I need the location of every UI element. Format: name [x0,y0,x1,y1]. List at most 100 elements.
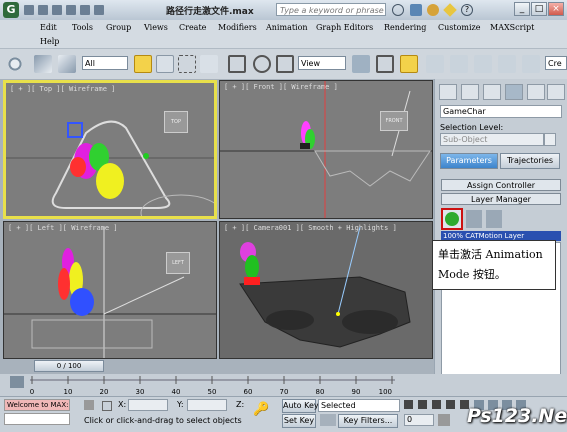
utilities-tab-icon[interactable] [547,84,565,100]
add-layer-icon[interactable] [466,210,482,228]
selection-level-label: Selection Level: [440,123,504,132]
character-part [70,288,94,316]
viewcube[interactable]: LEFT [166,252,190,274]
maxscript-input[interactable] [4,413,70,425]
trajectories-button[interactable]: Trajectories [500,153,560,169]
viewcube[interactable]: TOP [164,111,188,133]
set-key-button[interactable]: Set Key [282,414,316,428]
top-viewport[interactable]: [ + ][ Top ][ Wireframe ] TOP [3,80,217,219]
key-filters-button[interactable]: Key Filters... [338,414,398,428]
app-logo[interactable]: G [3,2,19,18]
select-and-move-icon[interactable] [228,55,246,73]
search-icon[interactable] [392,4,404,16]
front-viewport-scene [220,81,432,218]
motion-tab-icon[interactable] [505,84,523,100]
menu-tools[interactable]: Tools [72,23,93,32]
close-button[interactable]: × [548,2,564,16]
previous-frame-icon[interactable] [418,400,427,409]
next-frame-icon[interactable] [446,400,455,409]
select-and-scale-icon[interactable] [276,55,294,73]
menu-customize[interactable]: Customize [438,23,481,32]
select-object-icon[interactable] [134,55,152,73]
maxscript-listener[interactable]: Welcome to MAX: [4,399,70,411]
subscription-icon[interactable] [410,4,422,16]
select-and-manipulate-icon[interactable] [376,55,394,73]
bind-space-warp-icon[interactable] [58,55,76,73]
timeline-toggle-icon[interactable] [10,376,24,388]
absolute-mode-icon[interactable] [102,401,112,411]
selection-filter-dropdown[interactable]: All [82,56,128,70]
reference-coordinate-dropdown[interactable]: View [298,56,346,70]
spinner-snap-icon[interactable] [498,55,516,73]
auto-key-button[interactable]: Auto Key [282,399,319,413]
select-by-name-icon[interactable] [156,55,174,73]
menu-edit[interactable]: Edit [40,23,57,32]
menu-animation[interactable]: Animation [266,23,308,32]
selection-region-icon[interactable] [178,55,196,73]
animation-mode-button[interactable] [441,208,463,230]
default-in-out-tangents-icon[interactable] [320,414,336,426]
ruler-label: 80 [316,388,325,396]
key-set-dropdown[interactable]: Selected [318,399,400,412]
help-icon[interactable]: ? [461,4,473,16]
select-and-link-icon[interactable] [34,55,52,73]
search-input[interactable]: Type a keyword or phrase [276,3,386,16]
display-tab-icon[interactable] [527,84,545,100]
save-file-icon[interactable] [52,5,62,15]
select-and-rotate-icon[interactable] [253,55,271,73]
angle-snap-icon[interactable] [450,55,468,73]
menu-graph-editors[interactable]: Graph Editors [316,23,373,32]
keyboard-shortcut-override-icon[interactable] [400,55,418,73]
window-crossing-icon[interactable] [200,55,218,73]
open-file-icon[interactable] [38,5,48,15]
menu-modifiers[interactable]: Modifiers [218,23,257,32]
snaps-toggle-icon[interactable] [426,55,444,73]
layer-list-icon[interactable] [486,210,502,228]
sub-object-dropdown-arrow-icon[interactable] [544,133,556,146]
menu-group[interactable]: Group [106,23,131,32]
project-folder-icon[interactable] [94,5,104,15]
sub-object-dropdown[interactable]: Sub-Object [440,133,544,146]
menu-maxscript[interactable]: MAXScript [490,23,534,32]
minimize-button[interactable]: _ [514,2,530,16]
edit-named-selection-icon[interactable] [522,55,540,73]
hierarchy-tab-icon[interactable] [483,84,501,100]
parameters-button[interactable]: Parameters [440,153,498,169]
go-to-start-icon[interactable] [404,400,413,409]
new-file-icon[interactable] [24,5,34,15]
lock-selection-icon[interactable] [84,400,94,410]
time-configuration-icon[interactable] [438,414,450,426]
front-viewport[interactable]: [ + ][ Front ][ Wireframe ] FRONT [219,80,433,219]
modify-tab-icon[interactable] [461,84,479,100]
menu-views[interactable]: Views [144,23,168,32]
favorites-icon[interactable] [443,3,457,17]
z-label: Z: [236,400,245,409]
ruler-label: 30 [136,388,145,396]
menu-create[interactable]: Create [179,23,206,32]
use-pivot-center-icon[interactable] [352,55,370,73]
time-slider[interactable]: 0 / 100 [34,360,104,372]
menu-rendering[interactable]: Rendering [384,23,426,32]
y-coordinate-field[interactable] [187,399,227,411]
assign-controller-rollout[interactable]: Assign Controller [441,179,561,191]
undo-icon[interactable] [66,5,76,15]
undo-scene-icon[interactable] [6,55,24,73]
x-coordinate-field[interactable] [128,399,168,411]
percent-snap-icon[interactable] [474,55,492,73]
maximize-button[interactable]: □ [531,2,547,16]
timeline-ruler[interactable]: 0 10 20 30 40 50 60 70 80 90 100 [30,374,400,396]
layer-manager-rollout[interactable]: Layer Manager [441,193,561,205]
camera-viewport[interactable]: [ + ][ Camera001 ][ Smooth + Highlights … [219,221,433,359]
play-animation-icon[interactable] [432,400,441,409]
named-selection-set-field[interactable]: Cre [545,56,567,70]
communication-center-icon[interactable] [427,4,439,16]
left-viewport[interactable]: [ + ][ Left ][ Wireframe ] LEFT [3,221,217,359]
object-name-field[interactable]: GameChar [440,105,562,118]
set-key-key-icon[interactable]: 🔑 [253,403,275,417]
viewcube[interactable]: FRONT [380,111,408,131]
redo-icon[interactable] [80,5,90,15]
current-frame-field[interactable]: 0 [404,414,434,426]
create-tab-icon[interactable] [439,84,457,100]
menu-help[interactable]: Help [40,37,59,46]
x-label: X: [118,400,127,409]
